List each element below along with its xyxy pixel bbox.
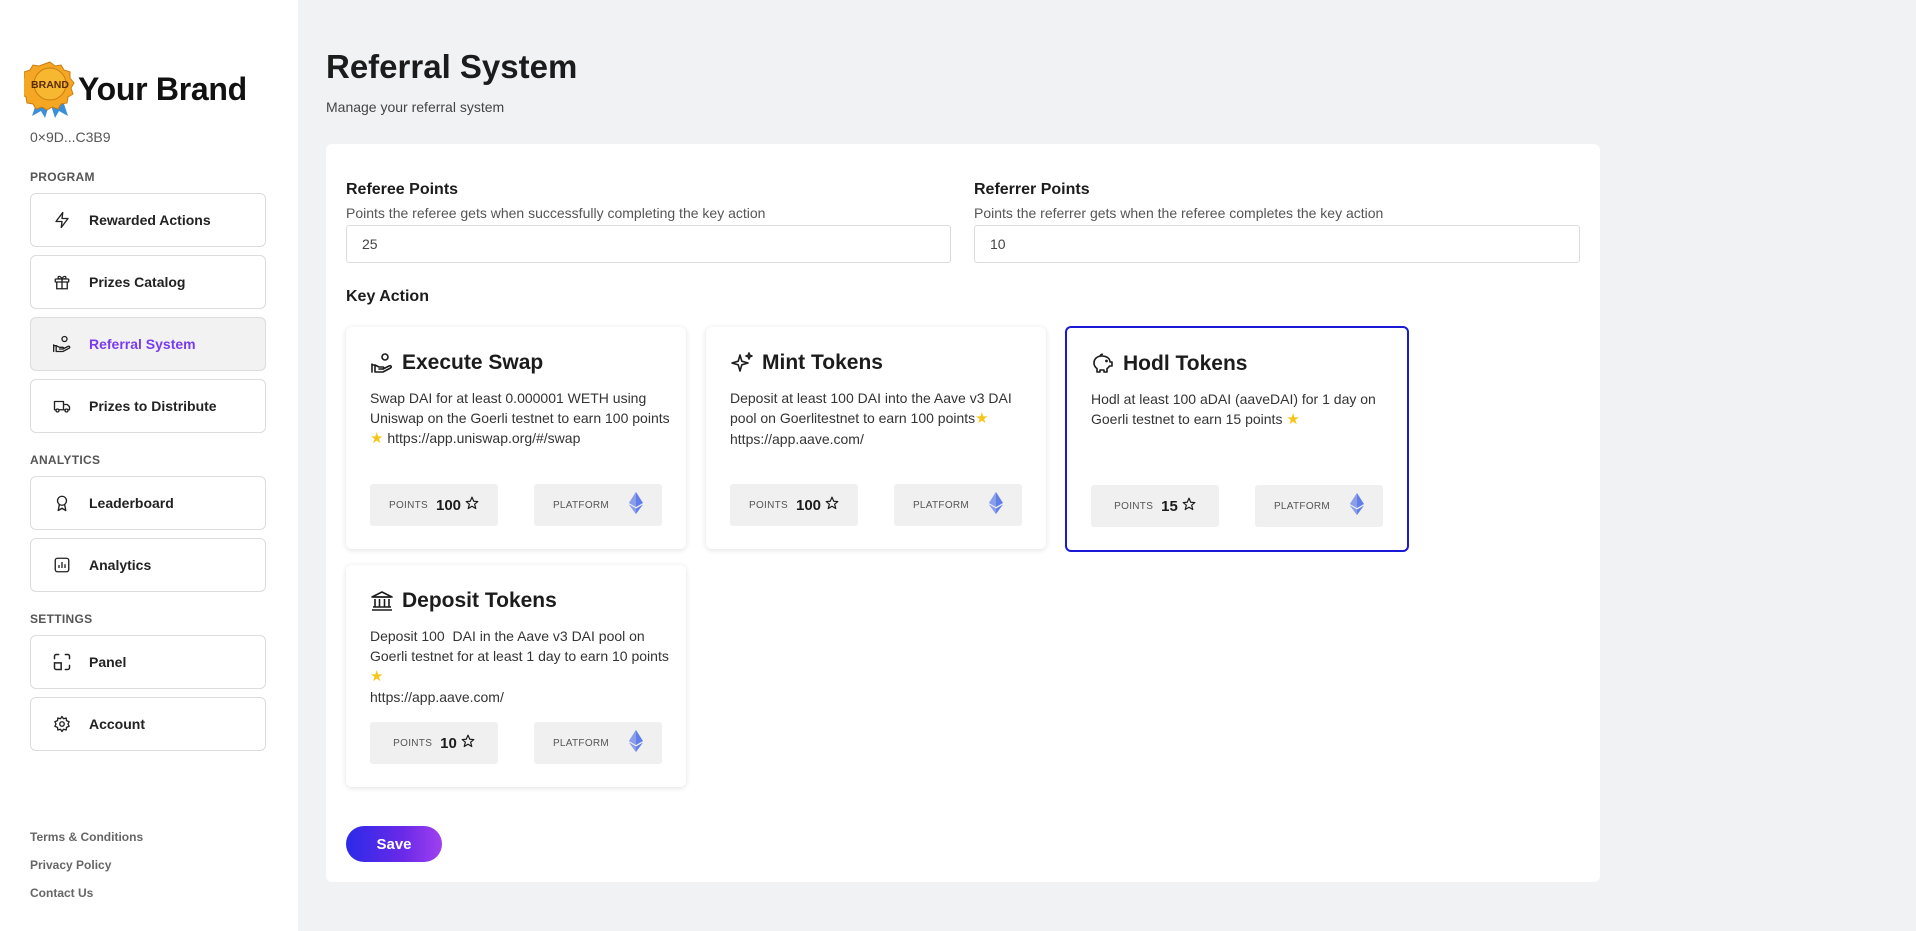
points-value: 100 — [796, 496, 822, 514]
brand[interactable]: BRAND Your Brand — [19, 60, 247, 118]
panel-icon — [51, 651, 73, 673]
contact-link[interactable]: Contact Us — [30, 886, 93, 900]
gear-icon — [51, 713, 73, 735]
platform-chip: PLATFORM — [534, 484, 662, 526]
platform-caption: PLATFORM — [552, 499, 610, 511]
card-title: Execute Swap — [402, 351, 544, 374]
ethereum-icon — [629, 729, 644, 757]
save-button[interactable]: Save — [346, 826, 442, 862]
star-emoji-icon: ★ — [370, 668, 384, 685]
wallet-address: 0×9D...C3B9 — [30, 129, 111, 145]
card-description: Hodl at least 100 aDAI (aaveDAI) for 1 d… — [1091, 391, 1376, 428]
points-value: 10 — [440, 734, 457, 752]
card-description: Swap DAI for at least 0.000001 WETH usin… — [370, 390, 670, 447]
brand-name: Your Brand — [78, 70, 247, 107]
sidebar-item-label: Referral System — [89, 336, 196, 352]
sidebar-item-label: Prizes to Distribute — [89, 398, 217, 414]
card-description: Deposit at least 100 DAI into the Aave v… — [730, 390, 1012, 447]
section-label-program: PROGRAM — [30, 170, 95, 184]
card-link: https://app.aave.com/ — [730, 431, 864, 447]
action-card-deposit-tokens[interactable]: Deposit Tokens Deposit 100 DAI in the Aa… — [346, 565, 686, 787]
brand-logo-text: BRAND — [31, 79, 69, 91]
points-chip: POINTS 10 — [370, 722, 498, 764]
referrer-points-label: Referrer Points — [974, 181, 1090, 198]
referral-settings-panel: Referee Points Points the referee gets w… — [326, 144, 1600, 882]
sidebar-item-prizes-catalog[interactable]: Prizes Catalog — [30, 255, 266, 309]
section-label-analytics: ANALYTICS — [30, 453, 101, 467]
sidebar-item-panel[interactable]: Panel — [30, 635, 266, 689]
key-action-label: Key Action — [346, 288, 429, 305]
points-caption: POINTS — [1114, 500, 1154, 512]
card-title: Hodl Tokens — [1123, 352, 1248, 375]
hand-coins-icon — [51, 333, 73, 355]
privacy-link[interactable]: Privacy Policy — [30, 858, 111, 872]
platform-chip: PLATFORM — [534, 722, 662, 764]
points-chip: POINTS 100 — [370, 484, 498, 526]
points-value: 15 — [1161, 497, 1178, 515]
sidebar-item-leaderboard[interactable]: Leaderboard — [30, 476, 266, 530]
page-subtitle: Manage your referral system — [326, 99, 505, 115]
ethereum-icon — [629, 491, 644, 519]
sidebar-item-label: Prizes Catalog — [89, 274, 186, 290]
ethereum-icon — [989, 491, 1004, 519]
points-value: 100 — [436, 496, 462, 514]
sidebar-item-analytics[interactable]: Analytics — [30, 538, 266, 592]
platform-caption: PLATFORM — [912, 499, 970, 511]
points-chip: POINTS 15 — [1091, 485, 1219, 527]
sidebar-item-label: Analytics — [89, 557, 152, 573]
card-description: Deposit 100 DAI in the Aave v3 DAI pool … — [370, 628, 669, 705]
terms-link[interactable]: Terms & Conditions — [30, 830, 143, 844]
gift-icon — [51, 271, 73, 293]
truck-icon — [51, 395, 73, 417]
star-outline-icon — [461, 734, 475, 753]
star-emoji-icon: ★ — [975, 410, 989, 427]
brand-logo: BRAND — [19, 60, 76, 118]
sidebar-item-label: Panel — [89, 654, 127, 670]
points-chip: POINTS 100 — [730, 484, 858, 526]
points-caption: POINTS — [748, 499, 788, 511]
section-label-settings: SETTINGS — [30, 612, 93, 626]
sidebar-item-label: Leaderboard — [89, 495, 174, 511]
referee-points-input[interactable] — [346, 225, 951, 263]
platform-chip: PLATFORM — [1255, 485, 1383, 527]
referrer-points-help: Points the referrer gets when the refere… — [974, 205, 1384, 221]
sidebar-item-rewarded-actions[interactable]: Rewarded Actions — [30, 193, 266, 247]
platform-caption: PLATFORM — [1273, 500, 1331, 512]
action-card-mint-tokens[interactable]: Mint Tokens Deposit at least 100 DAI int… — [706, 327, 1046, 549]
action-card-hodl-tokens[interactable]: Hodl Tokens Hodl at least 100 aDAI (aave… — [1065, 326, 1409, 552]
referee-points-help: Points the referee gets when successfull… — [346, 205, 766, 221]
chart-icon — [51, 554, 73, 576]
star-outline-icon — [465, 496, 479, 515]
card-title: Deposit Tokens — [402, 589, 557, 612]
sidebar-item-label: Rewarded Actions — [89, 212, 211, 228]
bank-icon — [370, 589, 394, 613]
sidebar-item-prizes-to-distribute[interactable]: Prizes to Distribute — [30, 379, 266, 433]
star-emoji-icon: ★ — [1286, 411, 1300, 428]
lightning-icon — [51, 209, 73, 231]
award-icon — [51, 492, 73, 514]
action-card-execute-swap[interactable]: Execute Swap Swap DAI for at least 0.000… — [346, 327, 686, 549]
star-emoji-icon: ★ — [370, 430, 384, 447]
ethereum-icon — [1350, 492, 1365, 520]
sparkles-icon — [730, 351, 754, 375]
platform-chip: PLATFORM — [894, 484, 1022, 526]
star-outline-icon — [1182, 497, 1196, 516]
card-title: Mint Tokens — [762, 351, 883, 374]
referrer-points-input[interactable] — [974, 225, 1580, 263]
card-link: https://app.aave.com/ — [370, 689, 504, 705]
star-outline-icon — [825, 496, 839, 515]
referee-points-label: Referee Points — [346, 181, 459, 198]
platform-caption: PLATFORM — [552, 737, 610, 749]
sidebar-item-label: Account — [89, 716, 145, 732]
sidebar-item-account[interactable]: Account — [30, 697, 266, 751]
sidebar-item-referral-system[interactable]: Referral System — [30, 317, 266, 371]
points-caption: POINTS — [393, 737, 433, 749]
hand-coins-icon — [370, 351, 394, 375]
piggy-bank-icon — [1091, 352, 1115, 376]
points-caption: POINTS — [388, 499, 428, 511]
sidebar: BRAND Your Brand 0×9D...C3B9 PROGRAM Rew… — [0, 0, 298, 931]
card-link: https://app.uniswap.org/#/swap — [387, 430, 581, 446]
page-title: Referral System — [326, 48, 578, 85]
